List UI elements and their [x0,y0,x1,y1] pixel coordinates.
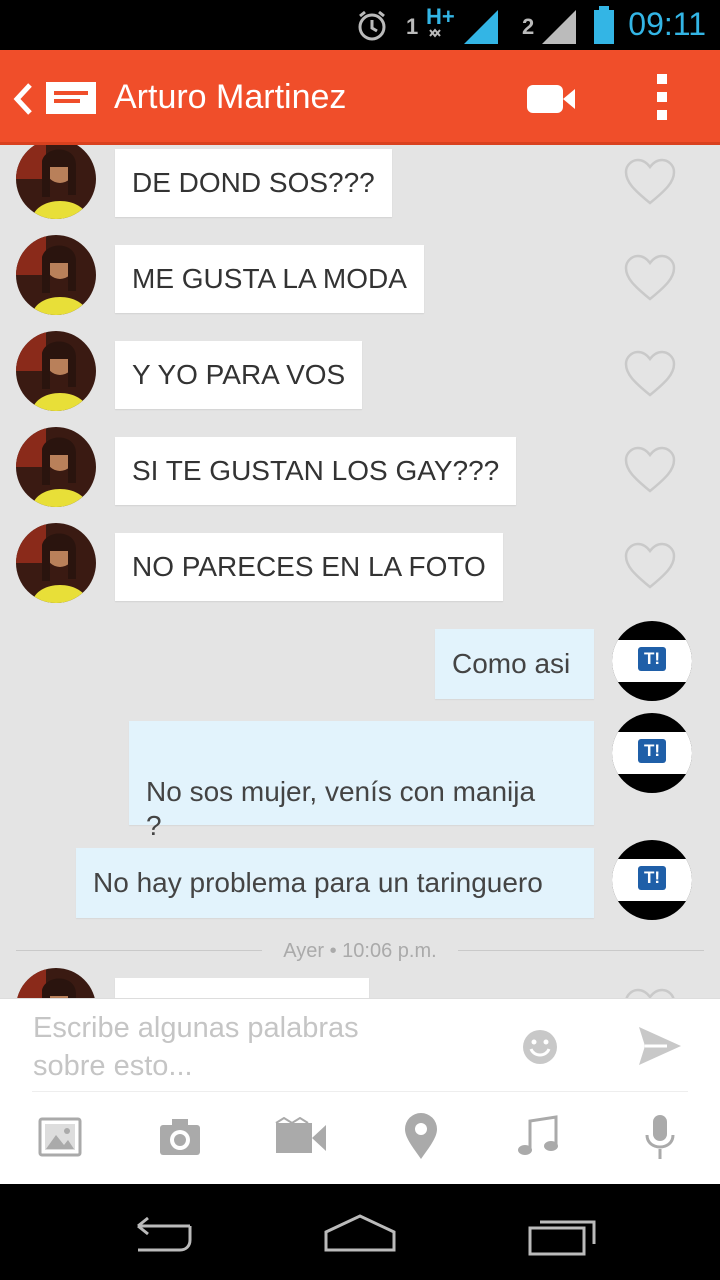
message-bubble[interactable]: Como asi [435,629,594,699]
message-text: ME GUSTA LA MODA [132,263,407,294]
contact-avatar[interactable] [16,331,96,411]
message-text: No sos mujer, venís con manija ? [146,776,536,841]
message-bubble[interactable]: Y YO PARA VOS [115,341,363,409]
clock: 09:11 [628,6,706,42]
video-icon[interactable] [274,1117,328,1155]
user-avatar[interactable]: T! [612,840,692,920]
message-list[interactable]: DE DOND SOS??? ME GUSTA LA MODA Y YO PAR… [0,145,720,998]
sim2-label: 2 [522,14,535,39]
message-text: SI TE GUSTAN LOS GAY??? [132,455,500,486]
overflow-menu-icon[interactable] [656,72,670,122]
like-heart-icon[interactable] [624,446,676,494]
emoji-icon[interactable] [522,1029,558,1065]
message-bubble[interactable]: No sos mujer, venís con manija ? [129,721,594,841]
message-text: DE DOND SOS??? [132,167,375,198]
signal-1-icon [429,10,498,44]
message-bubble[interactable]: No hay problema para un taringuero [76,848,594,918]
action-bar: Arturo Martinez [0,50,720,145]
conversation-title[interactable]: Arturo Martinez [114,78,346,117]
taringa-logo-icon: T! [638,647,666,671]
user-avatar[interactable]: T! [612,621,692,701]
message-text: Como asi [452,648,571,679]
contact-avatar[interactable] [16,145,96,219]
battery-icon [594,6,614,44]
message-bubble[interactable] [115,978,369,998]
message-bubble[interactable]: NO PARECES EN LA FOTO [115,533,503,601]
message-bubble[interactable]: ME GUSTA LA MODA [115,245,424,313]
send-icon[interactable] [637,1025,683,1067]
like-heart-icon[interactable] [624,158,676,206]
message-text: NO PARECES EN LA FOTO [132,551,486,582]
composer: Escribe algunas palabras sobre esto... [0,998,720,1184]
date-separator-label: Ayer • 10:06 p.m. [283,940,437,962]
like-heart-icon[interactable] [624,988,676,998]
music-icon[interactable] [516,1115,564,1159]
like-heart-icon[interactable] [624,350,676,398]
recents-icon[interactable] [526,1216,598,1256]
signal-2-icon [542,10,576,44]
video-call-icon[interactable] [527,83,577,115]
taringa-logo-icon: T! [638,866,666,890]
back-nav-icon[interactable] [124,1214,196,1254]
message-text: Y YO PARA VOS [132,359,346,390]
alarm-icon [358,10,386,41]
home-icon[interactable] [322,1212,398,1252]
contact-avatar[interactable] [16,968,96,998]
contact-avatar[interactable] [16,235,96,315]
navigation-bar [0,1184,720,1280]
status-bar: 1 H+ 2 09:11 [0,0,720,50]
taringa-logo-icon: T! [638,739,666,763]
microphone-icon[interactable] [642,1113,678,1163]
like-heart-icon[interactable] [624,254,676,302]
message-bubble[interactable]: DE DOND SOS??? [115,149,392,217]
message-bubble[interactable]: SI TE GUSTAN LOS GAY??? [115,437,517,505]
sim1-label: 1 [406,14,419,39]
contact-avatar[interactable] [16,523,96,603]
like-heart-icon[interactable] [624,542,676,590]
user-avatar[interactable]: T! [612,713,692,793]
date-separator: Ayer • 10:06 p.m. [16,940,704,962]
gallery-icon[interactable] [38,1117,82,1157]
back-icon[interactable] [12,82,34,116]
location-icon[interactable] [403,1113,439,1161]
camera-icon[interactable] [158,1117,202,1157]
message-text: No hay problema para un taringuero [93,867,543,898]
message-input[interactable]: Escribe algunas palabras sobre esto... [33,1009,453,1085]
message-icon[interactable] [44,80,98,116]
contact-avatar[interactable] [16,427,96,507]
screen: 1 H+ 2 09:11 Arturo Martinez DE DOND SOS… [0,0,720,1280]
